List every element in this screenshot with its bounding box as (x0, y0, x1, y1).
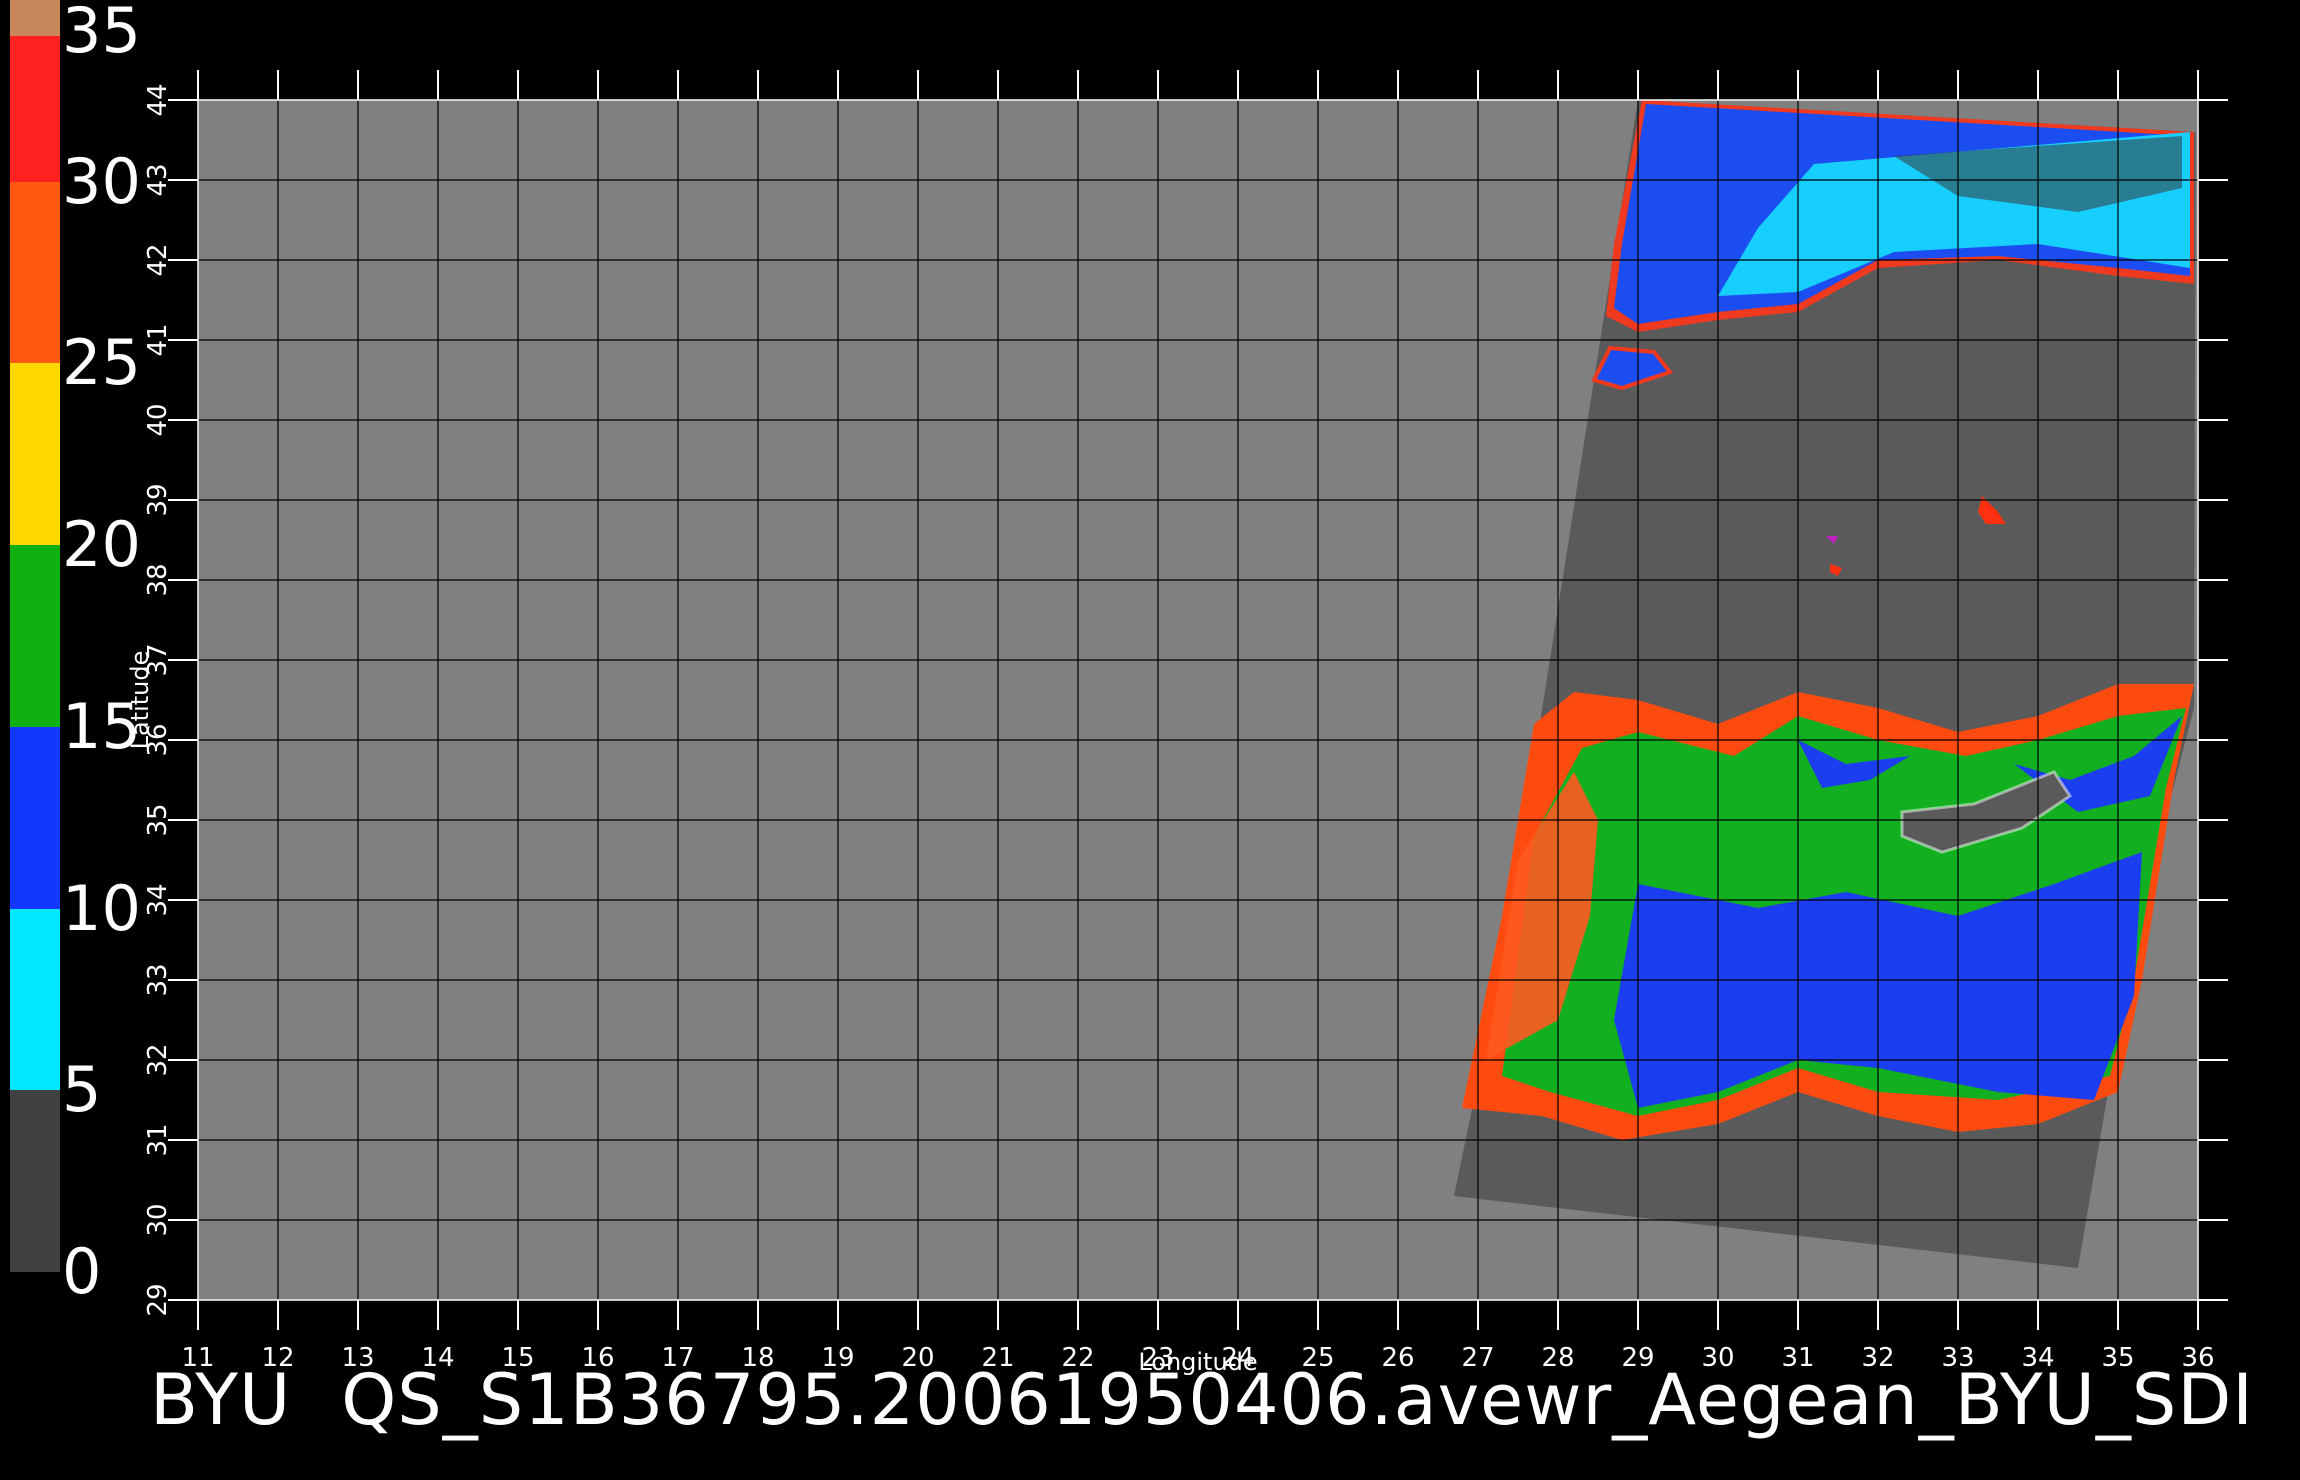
latitude-tick-label: 33 (143, 963, 173, 996)
latitude-tick-label: 43 (143, 163, 173, 196)
wind-map: 11 12 13 14 15 16 17 18 19 20 21 22 23 24 25 26 27 28 29 30… (126, 70, 2228, 1376)
latitude-tick-label: 30 (143, 1203, 173, 1236)
latitude-tick-label: 35 (143, 803, 173, 836)
file-caption: BYU QS_S1B36795.20061950406.avewr_Aegean_… (150, 1365, 2300, 1435)
y-axis-label: Latitude (126, 651, 154, 750)
latitude-tick-label: 29 (143, 1283, 173, 1316)
latitude-tick-label: 42 (143, 243, 173, 276)
caption-source: BYU (150, 1359, 292, 1441)
latitude-tick-label: 44 (143, 83, 173, 116)
latitude-tick-label: 38 (143, 563, 173, 596)
latitude-tick-label: 32 (143, 1043, 173, 1076)
latitude-tick-label: 34 (143, 883, 173, 916)
latitude-tick-label: 31 (143, 1123, 173, 1156)
latitude-tick-label: 39 (143, 483, 173, 516)
caption-filename: QS_S1B36795.20061950406.avewr_Aegean_BYU… (341, 1359, 2254, 1441)
latitude-tick-label: 41 (143, 323, 173, 356)
latitude-tick-label: 40 (143, 403, 173, 436)
